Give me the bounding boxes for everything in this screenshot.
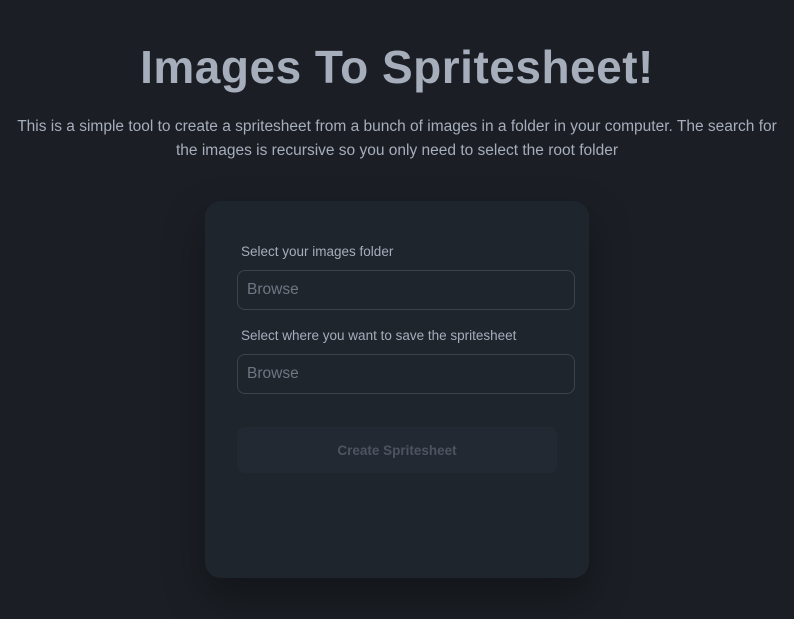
spritesheet-form-card: Select your images folder Select where y…	[205, 201, 589, 578]
source-folder-label: Select your images folder	[241, 244, 394, 259]
page-description: This is a simple tool to create a sprite…	[17, 118, 777, 159]
destination-folder-label: Select where you want to save the sprite…	[241, 328, 517, 343]
create-spritesheet-button[interactable]: Create Spritesheet	[237, 427, 557, 473]
source-folder-input[interactable]	[237, 270, 575, 310]
destination-folder-input[interactable]	[237, 354, 575, 394]
page-title: Images To Spritesheet!	[140, 41, 654, 93]
